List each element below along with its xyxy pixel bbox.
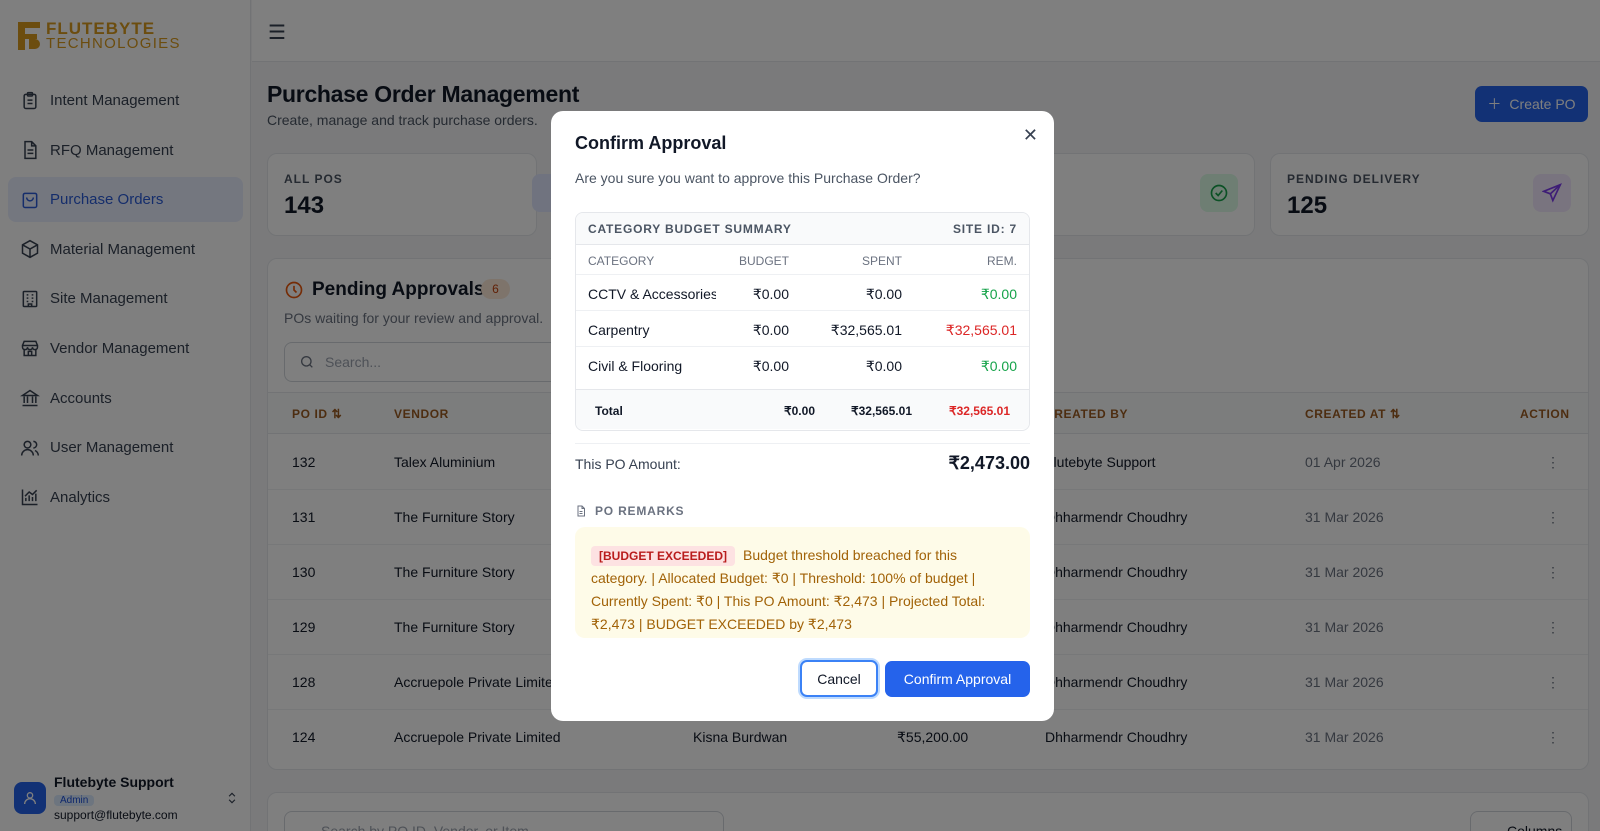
total-remaining: ₹32,565.01: [948, 404, 1010, 418]
document-icon: [577, 505, 585, 517]
budget-row: Civil & Flooring ₹0.00 ₹0.00 ₹0.00: [576, 347, 1029, 383]
budget-remaining: ₹0.00: [980, 286, 1017, 302]
budget-category: Civil & Flooring: [588, 358, 683, 374]
budget-amount: ₹0.00: [752, 322, 789, 338]
budget-amount: ₹0.00: [752, 286, 789, 302]
site-id-label: SITE ID: 7: [952, 222, 1017, 236]
budget-remaining: ₹32,565.01: [945, 322, 1017, 338]
total-spent: ₹32,565.01: [850, 404, 912, 418]
budget-row: CCTV & Accessories ₹0.00 ₹0.00 ₹0.00: [576, 275, 1029, 311]
cancel-button[interactable]: Cancel: [800, 660, 878, 697]
confirm-approval-button[interactable]: Confirm Approval: [885, 661, 1030, 697]
budget-amount: ₹0.00: [752, 358, 789, 374]
confirm-approval-dialog: Confirm Approval ✕ Are you sure you want…: [551, 111, 1054, 721]
dialog-title: Confirm Approval: [575, 133, 727, 153]
dialog-subtitle: Are you sure you want to approve this Pu…: [575, 170, 921, 186]
budget-summary-title: CATEGORY BUDGET SUMMARY: [588, 222, 792, 236]
col-budget: BUDGET: [738, 254, 789, 268]
budget-remaining: ₹0.00: [980, 358, 1017, 374]
total-label: Total: [595, 404, 623, 418]
close-icon[interactable]: ✕: [1023, 125, 1038, 146]
total-budget: ₹0.00: [784, 404, 815, 418]
budget-summary-table: CATEGORY BUDGET SUMMARY SITE ID: 7 CATEG…: [575, 212, 1030, 431]
budget-total-row: Total ₹0.00 ₹32,565.01 ₹32,565.01: [576, 389, 1029, 429]
budget-category: Carpentry: [588, 322, 650, 338]
budget-spent: ₹32,565.01: [830, 322, 902, 338]
budget-spent: ₹0.00: [865, 286, 902, 302]
budget-row: Carpentry ₹0.00 ₹32,565.01 ₹32,565.01: [576, 311, 1029, 347]
budget-summary-header: CATEGORY BUDGET SUMMARY SITE ID: 7: [576, 213, 1029, 245]
divider: [575, 443, 1030, 444]
col-category: CATEGORY: [588, 254, 655, 268]
col-spent: SPENT: [861, 254, 902, 268]
po-remarks-heading: PO REMARKS: [575, 504, 684, 518]
col-rem: REM.: [987, 254, 1017, 268]
budget-spent: ₹0.00: [865, 358, 902, 374]
budget-columns: CATEGORY BUDGET SPENT REM.: [576, 245, 1029, 275]
po-remarks-label: PO REMARKS: [595, 504, 685, 518]
po-amount-label: This PO Amount:: [575, 456, 681, 472]
po-remarks-box: [BUDGET EXCEEDED] Budget threshold breach…: [575, 527, 1030, 638]
po-amount-value: ₹2,473.00: [948, 453, 1030, 473]
budget-exceeded-badge: [BUDGET EXCEEDED]: [591, 546, 736, 566]
budget-category: CCTV & Accessories: [588, 286, 716, 302]
